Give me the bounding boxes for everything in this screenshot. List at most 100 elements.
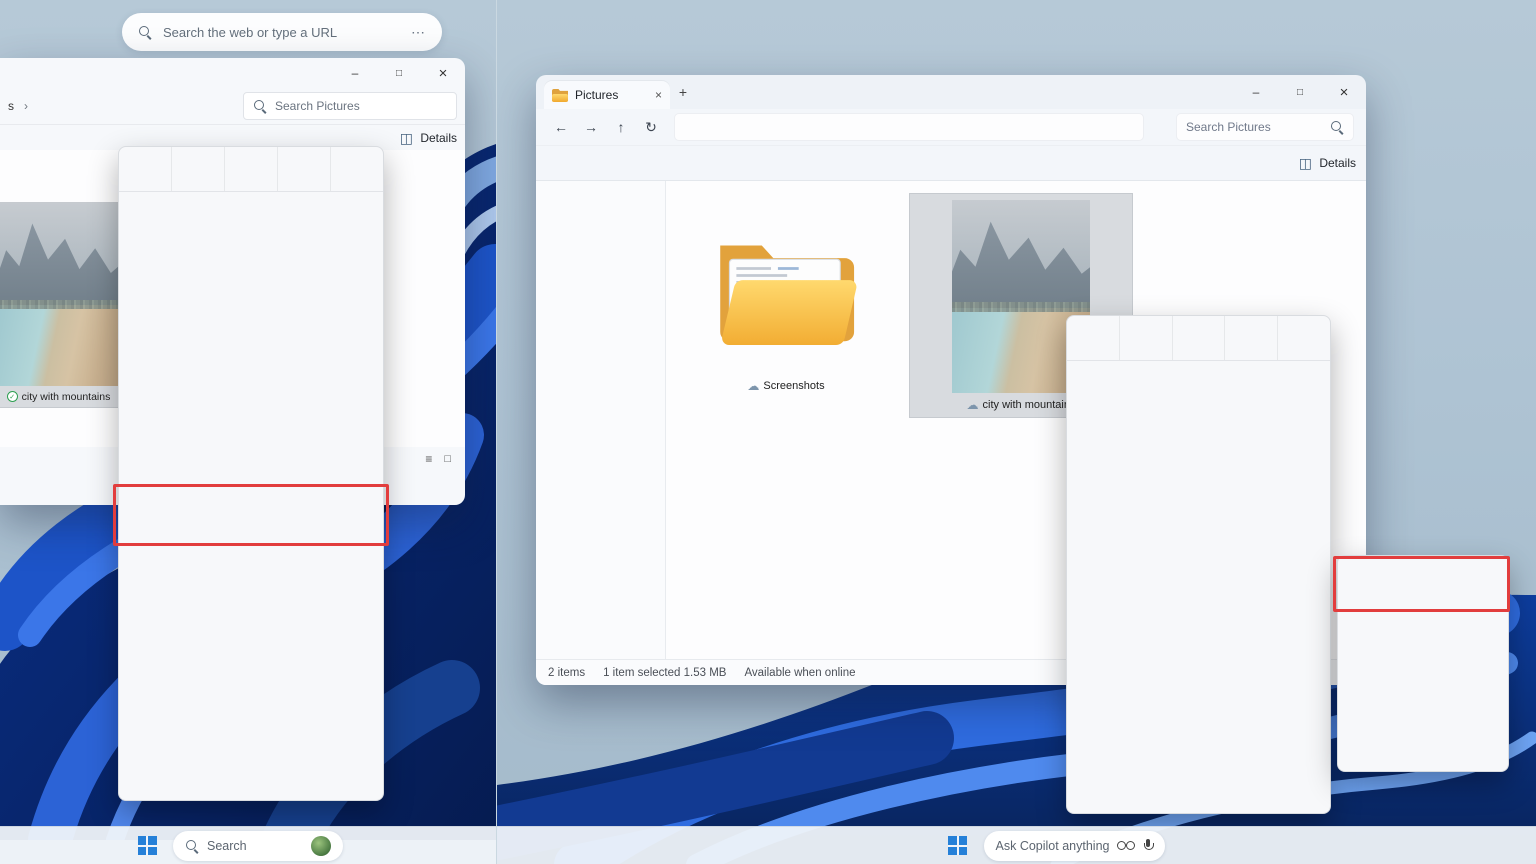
sidebar-item[interactable] <box>540 373 661 399</box>
menu-item[interactable] <box>1342 663 1504 689</box>
sidebar-item[interactable] <box>540 243 661 269</box>
menu-item[interactable] <box>1071 367 1326 393</box>
menu-item[interactable] <box>1342 715 1504 741</box>
menu-toolbar-button[interactable] <box>1119 316 1172 360</box>
folder-tile[interactable]: ☁ Screenshots <box>696 205 876 423</box>
tab-pictures[interactable]: Pictures × <box>544 81 670 109</box>
close-button[interactable]: × <box>421 58 465 88</box>
menu-item[interactable] <box>1342 611 1504 637</box>
toolbar-button[interactable]: ▾ <box>931 152 964 174</box>
menu-toolbar-button[interactable] <box>119 147 171 191</box>
toolbar-button[interactable]: ▾ <box>896 152 929 174</box>
menu-item[interactable] <box>123 562 379 588</box>
sidebar-item[interactable] <box>540 477 661 503</box>
start-button[interactable] <box>941 829 975 863</box>
details-pane-button[interactable]: Details <box>1296 155 1356 171</box>
menu-item[interactable] <box>123 354 379 380</box>
breadcrumb-fragment[interactable]: s <box>8 99 14 113</box>
menu-item[interactable] <box>1071 523 1326 549</box>
menu-item[interactable] <box>123 588 379 614</box>
sidebar-item[interactable] <box>540 217 661 243</box>
breadcrumb-item[interactable] <box>823 119 851 135</box>
toolbar-button[interactable]: ▾ <box>581 152 614 174</box>
sidebar-item[interactable] <box>540 191 661 217</box>
menu-item[interactable] <box>123 718 379 744</box>
taskbar-copilot-search[interactable]: Ask Copilot anything <box>984 831 1166 861</box>
taskbar-search[interactable]: Search <box>173 831 343 861</box>
file-tile-selected[interactable]: ✓ city with mountains <box>0 202 119 408</box>
up-icon[interactable]: ↑ <box>608 114 634 140</box>
start-button[interactable] <box>130 829 164 863</box>
breadcrumb-item[interactable] <box>767 119 795 135</box>
toolbar-button[interactable]: ▾ <box>686 152 719 174</box>
menu-item[interactable] <box>123 666 379 692</box>
menu-item[interactable] <box>1071 627 1326 653</box>
toolbar-button[interactable]: ▾ <box>826 152 859 174</box>
breadcrumb[interactable] <box>674 113 1144 141</box>
menu-item[interactable] <box>1071 731 1326 757</box>
breadcrumb-item[interactable] <box>711 119 739 135</box>
toolbar-button[interactable]: ▾ <box>966 152 999 174</box>
menu-item[interactable] <box>1071 575 1326 601</box>
menu-toolbar-button[interactable] <box>1277 316 1330 360</box>
menu-toolbar-button[interactable] <box>277 147 330 191</box>
microphone-icon[interactable] <box>1143 839 1153 853</box>
close-button[interactable]: × <box>1322 75 1366 109</box>
sidebar-item[interactable] <box>540 295 661 321</box>
taskbar-app-button[interactable] <box>352 829 386 863</box>
menu-toolbar-button[interactable] <box>1224 316 1277 360</box>
sidebar-item[interactable] <box>540 451 661 477</box>
breadcrumb-item[interactable] <box>683 119 711 135</box>
menu-item[interactable] <box>1071 601 1326 627</box>
copilot-vision-glasses-icon[interactable] <box>1117 841 1135 851</box>
menu-item[interactable] <box>1071 653 1326 679</box>
menu-item[interactable] <box>1071 497 1326 523</box>
thumbnail-view-icon[interactable]: □ <box>444 453 451 465</box>
sidebar-item[interactable] <box>540 347 661 373</box>
breadcrumb-item[interactable] <box>739 119 767 135</box>
menu-item[interactable] <box>1071 393 1326 419</box>
search-input[interactable]: Search Pictures <box>243 92 457 120</box>
menu-item[interactable] <box>1342 741 1504 767</box>
menu-toolbar-button[interactable] <box>1172 316 1225 360</box>
menu-toolbar-button[interactable] <box>1067 316 1119 360</box>
sidebar-item[interactable] <box>540 321 661 347</box>
new-tab-button[interactable]: + <box>670 84 696 100</box>
menu-toolbar-button[interactable] <box>171 147 224 191</box>
menu-item[interactable] <box>123 692 379 718</box>
minimize-button[interactable]: – <box>1234 75 1278 109</box>
menu-item[interactable] <box>123 458 379 484</box>
maximize-button[interactable]: □ <box>377 58 421 88</box>
menu-item[interactable] <box>1071 445 1326 471</box>
toolbar-button[interactable]: ▾ <box>721 152 754 174</box>
maximize-button[interactable]: □ <box>1278 75 1322 109</box>
forward-icon[interactable]: → <box>578 114 604 140</box>
list-view-icon[interactable]: ≡ <box>425 452 432 466</box>
sidebar-item[interactable] <box>540 425 661 451</box>
menu-item[interactable] <box>123 302 379 328</box>
toolbar-button[interactable]: ▾ <box>616 152 649 174</box>
menu-item[interactable] <box>1342 689 1504 715</box>
menu-item[interactable] <box>123 640 379 666</box>
taskbar-app-button[interactable] <box>352 795 386 829</box>
menu-item[interactable] <box>123 198 379 224</box>
menu-item[interactable] <box>123 380 379 406</box>
sidebar-item[interactable] <box>540 503 661 529</box>
menu-item[interactable] <box>1342 637 1504 663</box>
menu-item[interactable] <box>123 224 379 250</box>
back-icon[interactable]: ← <box>548 114 574 140</box>
menu-item[interactable] <box>123 328 379 354</box>
taskbar-app-button[interactable] <box>1174 829 1208 863</box>
search-input[interactable]: Search Pictures <box>1176 113 1354 141</box>
toolbar-button[interactable]: ▾ <box>861 152 894 174</box>
menu-toolbar-button[interactable] <box>330 147 383 191</box>
menu-item[interactable] <box>123 406 379 432</box>
breadcrumb-item[interactable] <box>795 119 823 135</box>
menu-item[interactable] <box>1342 585 1504 611</box>
menu-item[interactable] <box>1071 471 1326 497</box>
menu-item[interactable] <box>123 614 379 640</box>
sidebar-item[interactable] <box>540 269 661 295</box>
breadcrumb[interactable]: s › <box>8 99 28 113</box>
taskbar-app-button[interactable] <box>352 761 386 795</box>
toolbar-button[interactable]: ▾ <box>546 152 579 174</box>
